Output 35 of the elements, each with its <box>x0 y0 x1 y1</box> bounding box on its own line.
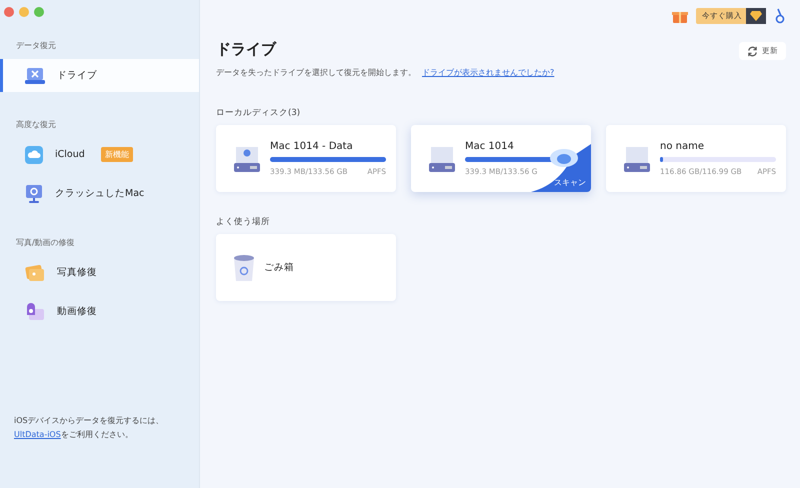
location-name: ごみ箱 <box>264 261 294 274</box>
trash-icon <box>232 254 256 282</box>
sidebar-section-title: 高度な復元 <box>15 119 57 130</box>
sidebar-item[interactable]: 動画修復 <box>0 295 199 328</box>
minimize-button[interactable] <box>19 7 29 17</box>
scan-wave-drawing <box>531 144 591 192</box>
video-icon <box>25 302 45 320</box>
diamond-icon <box>750 11 762 21</box>
section-title: よく使う場所 <box>216 216 271 228</box>
ultdata-link[interactable]: UltData-iOS <box>14 430 61 439</box>
sidebar-item[interactable]: 写真修復 <box>0 256 199 289</box>
page-title: ドライブ <box>216 40 278 59</box>
photo-icon <box>25 264 45 282</box>
help-link[interactable]: ドライブが表示されませんでしたか? <box>422 68 554 77</box>
drive-name: Mac 1014 - Data <box>270 141 354 152</box>
zoom-button[interactable] <box>34 7 44 17</box>
trash-card[interactable]: ごみ箱 <box>216 234 396 301</box>
sidebar-item[interactable]: クラッシュしたMac <box>0 177 199 210</box>
sidebar-section-title: 写真/動画の修復 <box>15 237 76 248</box>
monitor-icon <box>25 184 43 204</box>
cloud-icon <box>25 146 43 164</box>
scan-button[interactable]: スキャン <box>554 177 586 188</box>
refresh-icon <box>747 46 758 56</box>
new-badge: 新機能 <box>100 147 133 162</box>
footer-text: iOSデバイスからデータを復元するには、 UltData-iOSをご利用ください。 <box>13 415 165 441</box>
page-description: データを失ったドライブを選択して復元を開始します。 ドライブが表示されませんでしたか? <box>216 67 554 78</box>
drive-name: no name <box>660 141 705 152</box>
close-button[interactable] <box>4 7 14 17</box>
sidebar-section-title: データ復元 <box>15 40 57 51</box>
drive-icon <box>25 66 45 84</box>
sidebar-item[interactable]: ドライブ <box>0 59 199 92</box>
section-title: ローカルディスク(3) <box>216 107 302 119</box>
drive-name: Mac 1014 <box>465 141 515 152</box>
key-icon[interactable] <box>774 8 786 24</box>
sidebar-item[interactable]: iCloud 新機能 <box>0 138 199 171</box>
